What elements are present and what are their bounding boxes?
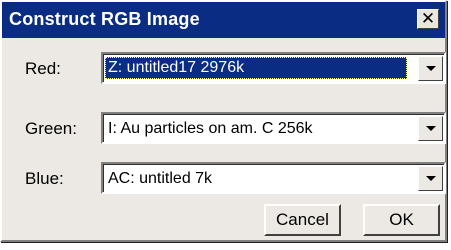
red-dropdown-button[interactable] [418,56,443,81]
chevron-down-icon [426,126,436,131]
ok-button[interactable]: OK [363,204,440,236]
green-label: Green: [25,119,77,138]
blue-channel-value: AC: untitled 7k [108,170,213,187]
title-bar[interactable]: Construct RGB Image ✕ [2,2,445,38]
construct-rgb-dialog: Construct RGB Image ✕ Red: Z: untitled17… [0,0,447,242]
chevron-down-icon [426,66,436,71]
green-channel-value: I: Au particles on am. C 256k [108,120,313,137]
close-icon: ✕ [420,9,436,28]
chevron-down-icon [426,176,436,181]
blue-label: Blue: [25,169,64,188]
red-label: Red: [25,59,61,78]
red-channel-value: Z: untitled17 2976k [105,57,407,79]
blue-dropdown-button[interactable] [418,166,443,191]
red-channel-select[interactable]: Z: untitled17 2976k [101,52,446,84]
green-dropdown-button[interactable] [418,116,443,141]
cancel-button[interactable]: Cancel [264,204,341,236]
green-channel-select[interactable]: I: Au particles on am. C 256k [101,112,446,144]
blue-channel-select[interactable]: AC: untitled 7k [101,162,446,194]
close-button[interactable]: ✕ [417,9,439,29]
dialog-title: Construct RGB Image [9,9,200,29]
